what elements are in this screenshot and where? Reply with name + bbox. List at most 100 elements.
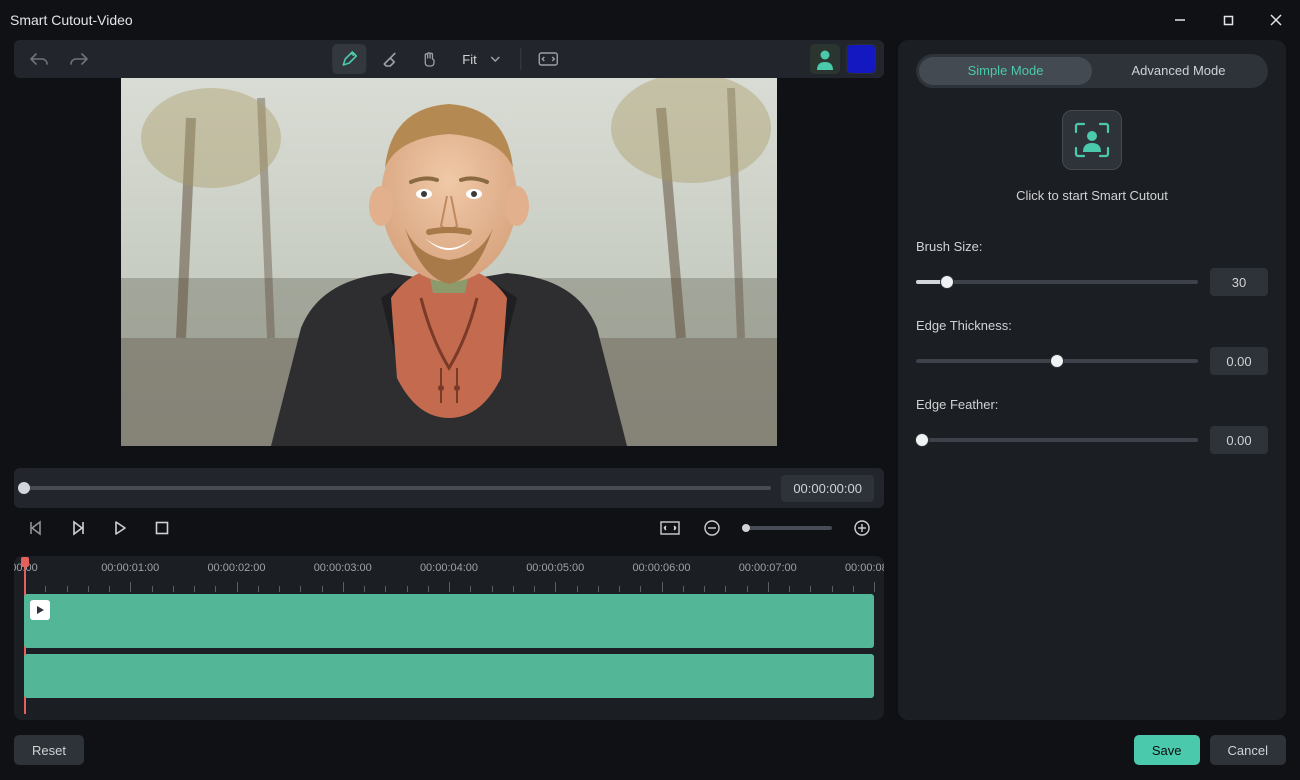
slider-value[interactable]: 30 <box>1210 268 1268 296</box>
ruler-tick <box>428 586 429 592</box>
ruler-label: 00:00:04:00 <box>420 562 478 574</box>
ruler-tick <box>704 586 705 592</box>
ruler-tick <box>364 586 365 592</box>
ruler-tick <box>385 586 386 592</box>
slider-thumb[interactable] <box>940 275 954 289</box>
slider-track[interactable] <box>916 280 1198 284</box>
ruler-tick <box>173 586 174 592</box>
ruler-tick <box>258 586 259 592</box>
fit-width-button[interactable] <box>658 516 682 540</box>
ruler-tick <box>67 586 68 592</box>
ruler-label: 00:00:01:00 <box>101 562 159 574</box>
person-icon <box>815 48 835 70</box>
cancel-button[interactable]: Cancel <box>1210 735 1286 765</box>
slider-value[interactable]: 0.00 <box>1210 426 1268 454</box>
ruler-tick <box>194 586 195 592</box>
add-brush-tool[interactable] <box>332 44 366 74</box>
video-clip[interactable] <box>24 594 874 648</box>
erase-brush-tool[interactable] <box>372 44 406 74</box>
ruler-tick <box>810 586 811 592</box>
ruler-tick <box>619 586 620 592</box>
zoom-in-button[interactable] <box>850 516 874 540</box>
slider-value[interactable]: 0.00 <box>1210 347 1268 375</box>
close-button[interactable] <box>1262 6 1290 34</box>
reset-button[interactable]: Reset <box>14 735 84 765</box>
ruler-tick <box>577 586 578 592</box>
ruler-tick <box>598 586 599 592</box>
stop-button[interactable] <box>150 516 174 540</box>
timeline-zoom-thumb[interactable] <box>742 524 750 532</box>
ruler-tick <box>640 586 641 592</box>
ruler-tick <box>747 586 748 592</box>
tab-simple-mode[interactable]: Simple Mode <box>919 57 1092 85</box>
ruler-label: 00:00:06:00 <box>632 562 690 574</box>
ruler-tick <box>534 586 535 592</box>
ruler-tick <box>343 582 344 592</box>
ruler-label: 00:00:05:00 <box>526 562 584 574</box>
zoom-out-button[interactable] <box>700 516 724 540</box>
ruler-tick <box>449 582 450 592</box>
start-label: Click to start Smart Cutout <box>1016 188 1168 203</box>
ruler-tick <box>768 582 769 592</box>
slider-row: Brush Size: 30 <box>916 239 1268 296</box>
step-forward-button[interactable] <box>66 516 90 540</box>
ruler-tick <box>152 586 153 592</box>
redo-button[interactable] <box>62 44 96 74</box>
slider-thumb[interactable] <box>1050 354 1064 368</box>
pan-tool[interactable] <box>412 44 446 74</box>
ruler-tick <box>492 586 493 592</box>
step-back-button[interactable] <box>24 516 48 540</box>
ruler-label: 00:00:02:00 <box>207 562 265 574</box>
ruler-tick <box>555 582 556 592</box>
preview-toolbar: Fit <box>14 40 884 78</box>
slider-label: Edge Thickness: <box>916 318 1268 333</box>
ruler-tick <box>853 586 854 592</box>
slider-row: Edge Thickness: 0.00 <box>916 318 1268 375</box>
ruler-tick <box>470 586 471 592</box>
silhouette-preview-button[interactable] <box>810 44 840 74</box>
mode-tabs: Simple Mode Advanced Mode <box>916 54 1268 88</box>
audio-clip[interactable] <box>24 654 874 698</box>
left-panel: Fit <box>14 40 884 720</box>
maximize-button[interactable] <box>1214 6 1242 34</box>
play-button[interactable] <box>108 516 132 540</box>
slider-label: Brush Size: <box>916 239 1268 254</box>
ruler-tick <box>279 586 280 592</box>
background-color-swatch[interactable] <box>846 44 876 74</box>
titlebar: Smart Cutout-Video <box>0 0 1300 40</box>
window-controls <box>1166 6 1290 34</box>
footer: Reset Save Cancel <box>0 730 1300 770</box>
window-title: Smart Cutout-Video <box>10 12 133 28</box>
clip-play-icon <box>30 600 50 620</box>
zoom-value: Fit <box>462 52 476 67</box>
start-smart-cutout-button[interactable] <box>1062 110 1122 170</box>
scrub-track[interactable] <box>24 486 771 490</box>
save-button[interactable]: Save <box>1134 735 1200 765</box>
transport-bar <box>14 508 884 548</box>
ruler-tick <box>407 586 408 592</box>
undo-button[interactable] <box>22 44 56 74</box>
compare-toggle[interactable] <box>532 44 566 74</box>
scrub-thumb[interactable] <box>18 482 30 494</box>
ruler-tick <box>832 586 833 592</box>
ruler-tick <box>683 586 684 592</box>
ruler-tick <box>513 586 514 592</box>
timecode-display: 00:00:00:00 <box>781 475 874 502</box>
slider-thumb[interactable] <box>915 433 929 447</box>
person-focus-icon <box>1072 120 1112 160</box>
ruler-tick <box>215 586 216 592</box>
ruler-tick <box>789 586 790 592</box>
tab-advanced-mode[interactable]: Advanced Mode <box>1092 57 1265 85</box>
timeline-zoom-slider[interactable] <box>742 526 832 530</box>
slider-label: Edge Feather: <box>916 397 1268 412</box>
ruler-label: 00:00:03:00 <box>314 562 372 574</box>
timeline-ruler[interactable]: 00:0000:00:01:0000:00:02:0000:00:03:0000… <box>24 560 874 592</box>
minimize-button[interactable] <box>1166 6 1194 34</box>
zoom-dropdown[interactable]: Fit <box>452 44 510 74</box>
slider-track[interactable] <box>916 359 1198 363</box>
timeline[interactable]: 00:0000:00:01:0000:00:02:0000:00:03:0000… <box>14 556 884 720</box>
ruler-tick <box>88 586 89 592</box>
ruler-tick <box>130 582 131 592</box>
preview-area[interactable] <box>14 78 884 460</box>
slider-track[interactable] <box>916 438 1198 442</box>
